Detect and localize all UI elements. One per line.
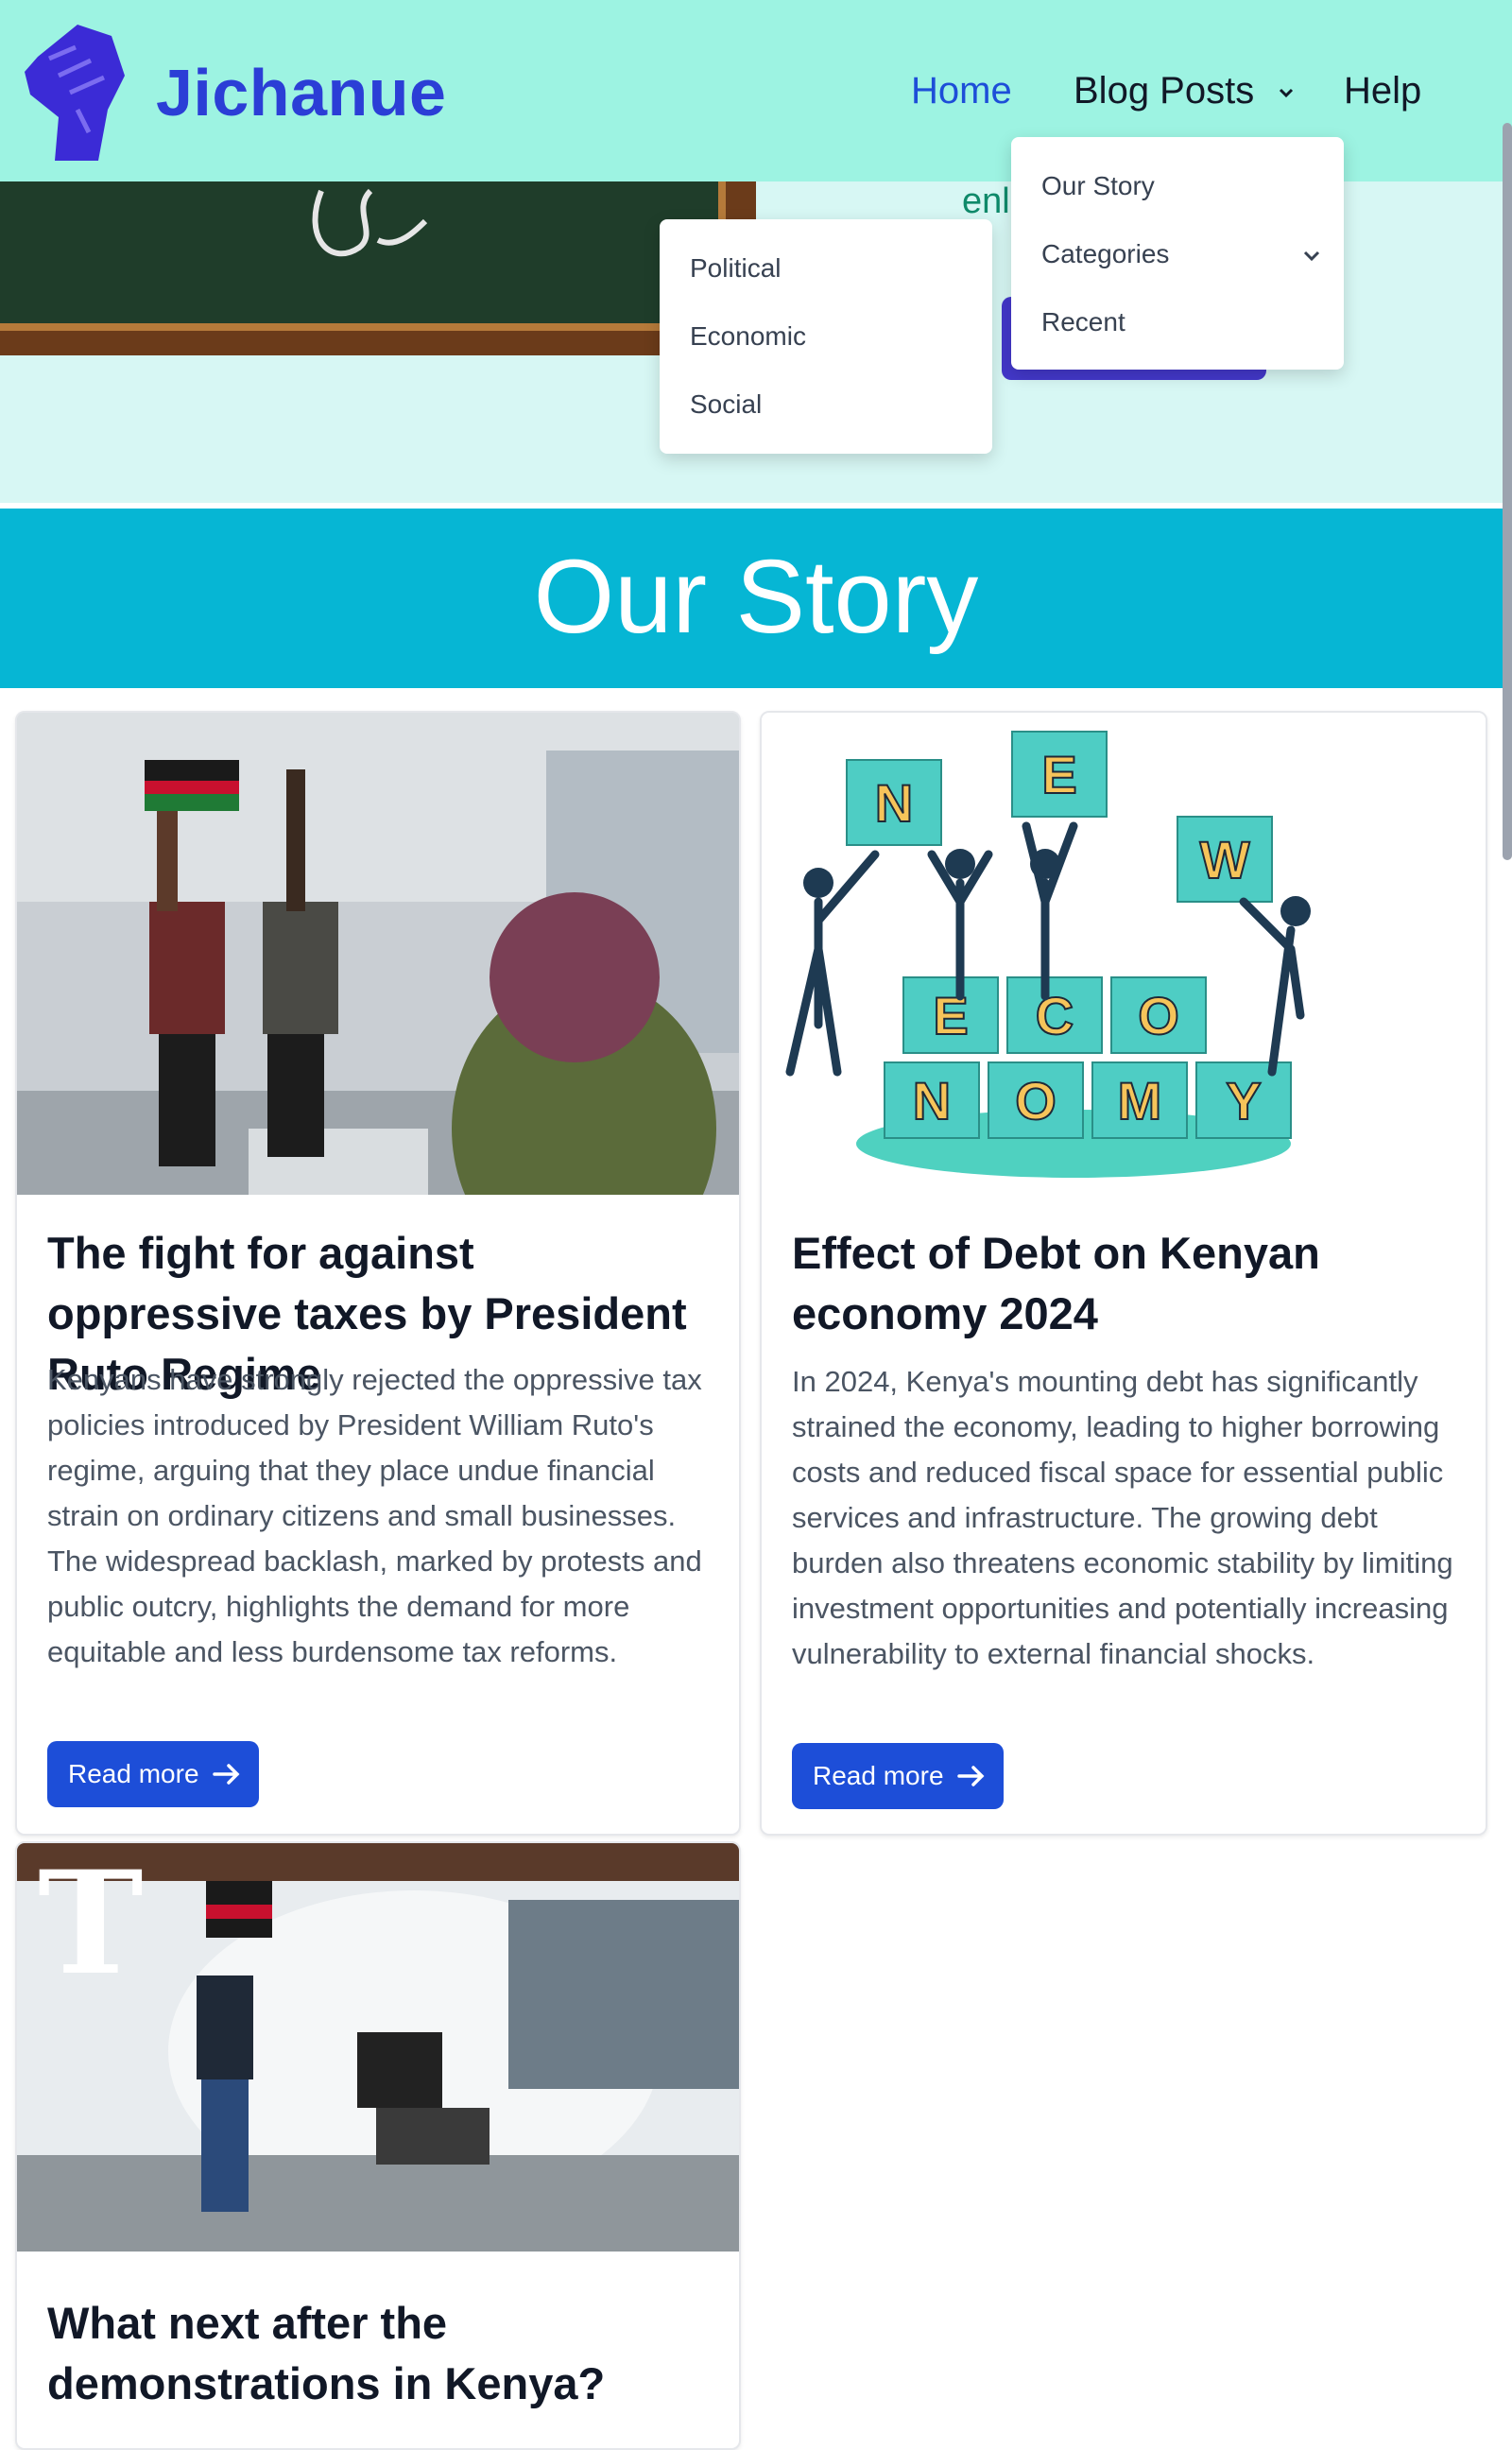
read-more-label: Read more [68, 1759, 199, 1788]
nav-blog-posts[interactable]: Blog Posts [1074, 70, 1295, 112]
protest-photo [17, 713, 739, 1195]
post-summary: Kenyans have strongly rejected the oppre… [47, 1363, 702, 1668]
post-card: N E W E C O N O M Y Effect of Debt on Ke… [760, 711, 1487, 1836]
hero-partial-text: enl [962, 181, 1010, 221]
read-more-button[interactable]: Read more [792, 1743, 1004, 1809]
dropdown-item-categories-label: Categories [1041, 239, 1170, 268]
economy-letter: M [1118, 1071, 1162, 1130]
chalk-scribble-icon [312, 188, 428, 257]
post-title[interactable]: Effect of Debt on Kenyan economy 2024 [792, 1223, 1459, 1344]
economy-letter: N [913, 1071, 951, 1130]
economy-letter: O [1138, 986, 1179, 1045]
dropdown-item-political[interactable]: Political [690, 253, 781, 284]
economy-letter: N [875, 773, 913, 833]
chevron-down-icon [1280, 89, 1294, 98]
newspaper-watermark: T [38, 1841, 144, 2007]
dropdown-item-recent[interactable]: Recent [1041, 307, 1125, 337]
read-more-button[interactable]: Read more [47, 1741, 259, 1807]
our-story-banner: Our Story [0, 509, 1512, 688]
arrow-right-icon [212, 1764, 239, 1785]
brand-name[interactable]: Jichanue [156, 55, 446, 130]
page-scrollbar[interactable] [1503, 123, 1512, 860]
economy-letter: E [1041, 745, 1076, 804]
new-economy-illustration: N E W E C O N O M Y [762, 713, 1486, 1195]
economy-letter: W [1200, 830, 1250, 889]
categories-dropdown: Political Economic Social [660, 219, 992, 454]
dropdown-item-categories[interactable]: Categories [1041, 239, 1321, 269]
dropdown-item-our-story[interactable]: Our Story [1041, 171, 1155, 201]
blog-posts-dropdown: Our Story Categories Recent [1011, 137, 1344, 370]
economy-letter: O [1015, 1071, 1057, 1130]
read-more-label: Read more [813, 1761, 944, 1790]
post-summary: In 2024, Kenya's mounting debt has signi… [792, 1365, 1453, 1670]
dropdown-item-social[interactable]: Social [690, 389, 762, 420]
chevron-down-icon [1303, 250, 1320, 262]
nav-help[interactable]: Help [1344, 70, 1421, 112]
chalkboard-image [0, 181, 756, 355]
page-title: Our Story [533, 539, 979, 655]
raised-fist-icon[interactable] [21, 19, 127, 163]
nav-blog-posts-label: Blog Posts [1074, 70, 1255, 112]
arrow-right-icon [956, 1766, 984, 1786]
post-card: T What next after the demonstrations in … [15, 1841, 741, 2450]
dropdown-item-economic[interactable]: Economic [690, 321, 806, 352]
post-title[interactable]: What next after the demonstrations in Ke… [47, 2293, 713, 2414]
post-card: The fight for against oppressive taxes b… [15, 711, 741, 1836]
nav-home[interactable]: Home [911, 70, 1012, 112]
economy-letter: Y [1226, 1071, 1261, 1130]
